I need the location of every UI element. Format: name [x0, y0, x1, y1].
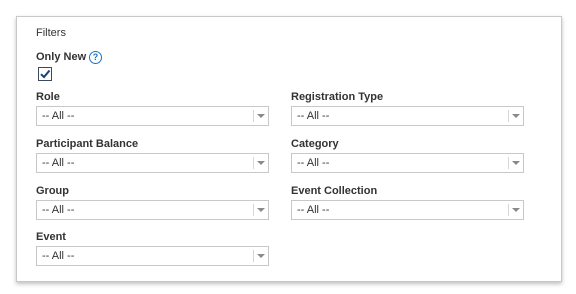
- select-divider: [253, 250, 254, 262]
- group-label: Group: [36, 185, 69, 197]
- event-collection-select-value: -- All --: [297, 204, 330, 216]
- event-collection-select[interactable]: -- All --: [291, 200, 524, 220]
- group-select-value: -- All --: [42, 204, 75, 216]
- filters-title: Filters: [36, 27, 66, 39]
- question-circle-icon[interactable]: ?: [89, 51, 102, 64]
- only-new-label: Only New: [36, 51, 87, 63]
- event-select-value: -- All --: [42, 250, 75, 262]
- select-divider: [253, 204, 254, 216]
- role-select[interactable]: -- All --: [36, 106, 269, 126]
- chevron-down-icon: [257, 114, 265, 118]
- category-select[interactable]: -- All --: [291, 153, 524, 173]
- chevron-down-icon: [257, 208, 265, 212]
- checkmark-icon: [40, 69, 51, 79]
- event-collection-label: Event Collection: [291, 185, 378, 197]
- group-select[interactable]: -- All --: [36, 200, 269, 220]
- chevron-down-icon: [512, 161, 520, 165]
- category-select-value: -- All --: [297, 157, 330, 169]
- registration-type-select[interactable]: -- All --: [291, 106, 524, 126]
- chevron-down-icon: [512, 208, 520, 212]
- select-divider: [508, 157, 509, 169]
- chevron-down-icon: [257, 254, 265, 258]
- select-divider: [508, 204, 509, 216]
- role-label: Role: [36, 91, 60, 103]
- event-select[interactable]: -- All --: [36, 246, 269, 266]
- chevron-down-icon: [512, 114, 520, 118]
- registration-type-select-value: -- All --: [297, 110, 330, 122]
- chevron-down-icon: [257, 161, 265, 165]
- select-divider: [508, 110, 509, 122]
- participant-balance-label: Participant Balance: [36, 138, 139, 150]
- category-label: Category: [291, 138, 339, 150]
- only-new-checkbox[interactable]: [38, 67, 52, 81]
- select-divider: [253, 157, 254, 169]
- participant-balance-select[interactable]: -- All --: [36, 153, 269, 173]
- registration-type-label: Registration Type: [291, 91, 384, 103]
- event-label: Event: [36, 231, 66, 243]
- role-select-value: -- All --: [42, 110, 75, 122]
- participant-balance-select-value: -- All --: [42, 157, 75, 169]
- select-divider: [253, 110, 254, 122]
- filters-panel: Filters Only New ? Role -- All -- Regist…: [16, 16, 562, 282]
